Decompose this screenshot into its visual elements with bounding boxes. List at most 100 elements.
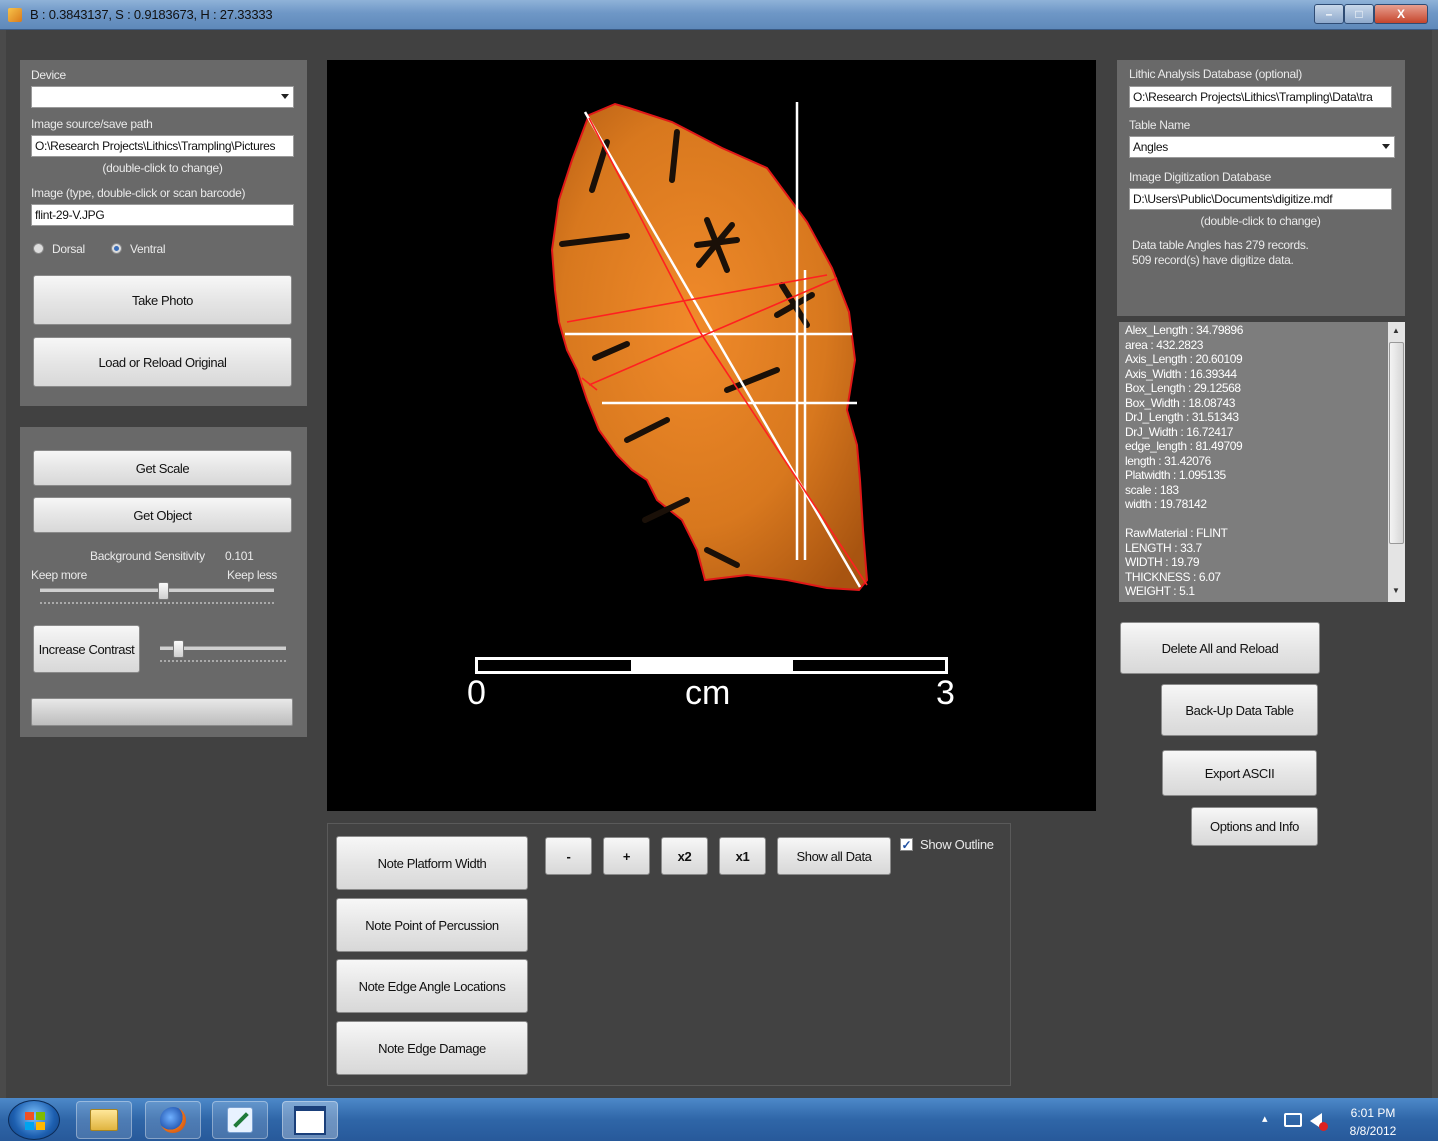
show-all-data-button[interactable]: Show all Data bbox=[777, 837, 891, 875]
zoom-x1-button[interactable]: x1 bbox=[719, 837, 766, 875]
get-scale-button[interactable]: Get Scale bbox=[33, 450, 292, 486]
window-icon bbox=[294, 1105, 326, 1135]
note-point-percussion-button[interactable]: Note Point of Percussion bbox=[336, 898, 528, 952]
minimize-button[interactable]: – bbox=[1314, 4, 1344, 24]
data-list-item: scale : 183 bbox=[1125, 482, 1179, 497]
keep-more-label: Keep more bbox=[31, 568, 87, 582]
backup-button[interactable]: Back-Up Data Table bbox=[1161, 684, 1318, 736]
scale-bar bbox=[475, 657, 948, 674]
clock-date[interactable]: 8/8/2012 bbox=[1345, 1124, 1401, 1138]
lithic-db-label: Lithic Analysis Database (optional) bbox=[1129, 67, 1302, 81]
export-ascii-button[interactable]: Export ASCII bbox=[1162, 750, 1317, 796]
scroll-up-icon[interactable]: ▲ bbox=[1392, 326, 1400, 335]
delete-reload-button[interactable]: Delete All and Reload bbox=[1120, 622, 1320, 674]
show-outline-label: Show Outline bbox=[920, 837, 994, 852]
keep-less-label: Keep less bbox=[227, 568, 277, 582]
dorsal-label: Dorsal bbox=[52, 242, 85, 256]
lithic-db-field[interactable]: O:\Research Projects\Lithics\Trampling\D… bbox=[1129, 86, 1392, 108]
taskbar-firefox[interactable] bbox=[145, 1101, 201, 1139]
sensitivity-value: 0.101 bbox=[225, 549, 254, 563]
data-list-item: DrJ_Width : 16.72417 bbox=[1125, 424, 1234, 439]
zoom-out-button[interactable]: - bbox=[545, 837, 592, 875]
data-list-item: THICKNESS : 6.07 bbox=[1125, 569, 1221, 584]
contrast-slider[interactable] bbox=[160, 640, 286, 666]
device-dropdown[interactable] bbox=[31, 86, 294, 108]
note-edge-angle-button[interactable]: Note Edge Angle Locations bbox=[336, 959, 528, 1013]
start-button[interactable] bbox=[8, 1100, 60, 1140]
note-edge-damage-button[interactable]: Note Edge Damage bbox=[336, 1021, 528, 1075]
scale-unit-label: cm bbox=[685, 674, 731, 712]
image-db-label: Image Digitization Database bbox=[1129, 170, 1271, 184]
data-list-scrollbar[interactable]: ▲ ▼ bbox=[1388, 322, 1405, 602]
show-outline-checkbox[interactable]: ✓ bbox=[900, 838, 913, 851]
close-button[interactable]: X bbox=[1374, 4, 1428, 24]
window-title: B : 0.3843137, S : 0.9183673, H : 27.333… bbox=[30, 7, 273, 22]
data-list-item: WEIGHT : 5.1 bbox=[1125, 584, 1195, 598]
maximize-button[interactable]: □ bbox=[1344, 4, 1374, 24]
check-icon: ✓ bbox=[901, 838, 912, 852]
device-label: Device bbox=[31, 68, 66, 82]
scrollbar-thumb[interactable] bbox=[1389, 342, 1404, 544]
maximize-icon: □ bbox=[1355, 7, 1363, 21]
tray-expand-icon[interactable]: ▴ bbox=[1262, 1112, 1268, 1125]
get-object-button[interactable]: Get Object bbox=[33, 497, 292, 533]
data-list-item bbox=[1125, 512, 1399, 527]
clock-time[interactable]: 6:01 PM bbox=[1345, 1106, 1401, 1120]
load-reload-button[interactable]: Load or Reload Original bbox=[33, 337, 292, 387]
data-list-item: RawMaterial : FLINT bbox=[1125, 526, 1228, 540]
data-list-item: length : 31.42076 bbox=[1125, 453, 1211, 468]
sensitivity-label: Background Sensitivity bbox=[90, 549, 205, 563]
taskbar-active-window[interactable] bbox=[282, 1101, 338, 1139]
minimize-icon: – bbox=[1325, 7, 1333, 21]
path-label: Image source/save path bbox=[31, 117, 153, 131]
data-list-item: Platwidth : 1.095135 bbox=[1125, 468, 1226, 482]
note-platform-width-button[interactable]: Note Platform Width bbox=[336, 836, 528, 890]
zoom-in-button[interactable]: + bbox=[603, 837, 650, 875]
progress-bar bbox=[31, 698, 293, 726]
folder-icon bbox=[90, 1109, 118, 1131]
image-field[interactable]: flint-29-V.JPG bbox=[31, 204, 294, 226]
pen-icon bbox=[227, 1107, 253, 1133]
chevron-down-icon bbox=[1382, 144, 1390, 149]
firefox-icon bbox=[160, 1107, 186, 1133]
table-name-dropdown[interactable]: Angles bbox=[1129, 136, 1395, 158]
table-name-label: Table Name bbox=[1129, 118, 1191, 132]
zoom-x2-button[interactable]: x2 bbox=[661, 837, 708, 875]
data-list-item: Box_Width : 18.08743 bbox=[1125, 395, 1236, 410]
volume-muted-badge bbox=[1319, 1122, 1328, 1131]
image-db-hint: (double-click to change) bbox=[1200, 214, 1321, 228]
image-canvas[interactable]: 0 cm 3 bbox=[327, 60, 1096, 811]
image-db-field[interactable]: D:\Users\Public\Documents\digitize.mdf bbox=[1129, 188, 1392, 210]
sensitivity-slider-thumb[interactable] bbox=[158, 582, 169, 600]
increase-contrast-button[interactable]: Increase Contrast bbox=[33, 625, 140, 673]
take-photo-button[interactable]: Take Photo bbox=[33, 275, 292, 325]
scale-max-label: 3 bbox=[936, 674, 955, 712]
chevron-down-icon bbox=[281, 94, 289, 99]
ventral-label: Ventral bbox=[130, 242, 166, 256]
info-line-2: 509 record(s) have digitize data. bbox=[1132, 253, 1294, 267]
sensitivity-slider[interactable] bbox=[40, 582, 274, 608]
data-list[interactable]: Alex_Length : 34.79896 area : 432.2823 Axi… bbox=[1119, 322, 1405, 602]
windows-logo-icon bbox=[25, 1112, 45, 1130]
ventral-radio[interactable] bbox=[111, 243, 122, 254]
options-info-button[interactable]: Options and Info bbox=[1191, 807, 1318, 846]
data-list-item: LENGTH : 33.7 bbox=[1125, 540, 1202, 555]
image-label: Image (type, double-click or scan barcod… bbox=[31, 186, 246, 200]
app-icon bbox=[8, 8, 22, 22]
data-list-item: width : 19.78142 bbox=[1125, 497, 1207, 511]
scroll-down-icon[interactable]: ▼ bbox=[1392, 586, 1400, 595]
dorsal-radio[interactable] bbox=[33, 243, 44, 254]
contrast-slider-thumb[interactable] bbox=[173, 640, 184, 658]
path-field[interactable]: O:\Research Projects\Lithics\Trampling\P… bbox=[31, 135, 294, 157]
network-icon[interactable] bbox=[1284, 1113, 1302, 1127]
close-icon: X bbox=[1396, 7, 1405, 21]
info-line-1: Data table Angles has 279 records. bbox=[1132, 238, 1309, 252]
taskbar-app-pen[interactable] bbox=[212, 1101, 268, 1139]
data-list-item: Alex_Length : 34.79896 bbox=[1125, 323, 1243, 337]
taskbar-explorer[interactable] bbox=[76, 1101, 132, 1139]
data-list-item: Axis_Length : 20.60109 bbox=[1125, 352, 1243, 366]
data-list-item: Axis_Width : 16.39344 bbox=[1125, 366, 1237, 381]
path-hint: (double-click to change) bbox=[102, 161, 223, 175]
data-list-item: edge_length : 81.49709 bbox=[1125, 439, 1243, 453]
scale-min-label: 0 bbox=[467, 674, 486, 712]
